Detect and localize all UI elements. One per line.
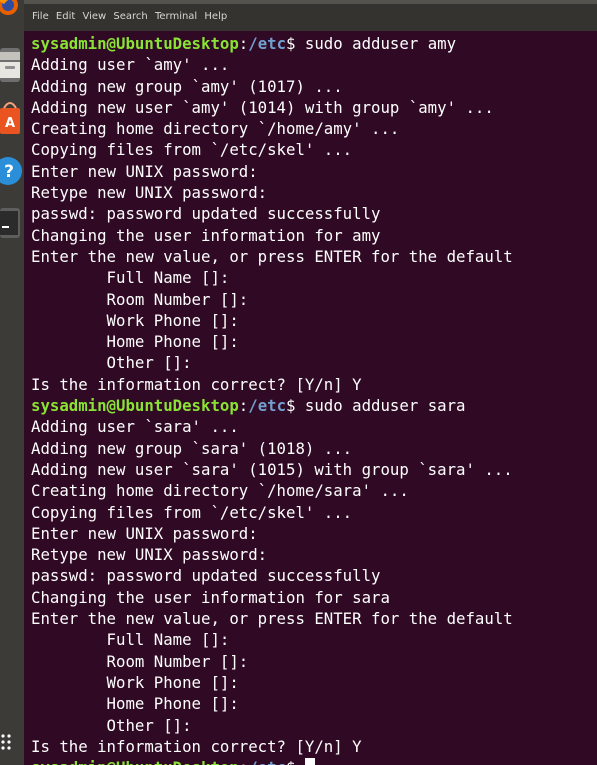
terminal-command-line: sysadmin@UbuntuDesktop:/etc$ (31, 757, 597, 765)
menu-file[interactable]: File (32, 4, 49, 30)
terminal-menubar: File Edit View Search Terminal Help (24, 0, 597, 31)
svg-text:?: ? (4, 162, 14, 182)
terminal-output-line: Adding user `amy' ... (31, 55, 230, 75)
terminal-output-line: Retype new UNIX password: (31, 545, 268, 565)
desktop-screen: A ? File Edit View Search Terminal Help … (0, 0, 597, 765)
terminal-cursor (304, 758, 315, 765)
terminal-output-line: passwd: password updated successfully (31, 566, 381, 586)
terminal-output-line: Full Name []: (31, 268, 230, 288)
terminal-output-line: Work Phone []: (31, 310, 239, 330)
terminal-output-line: Work Phone []: (31, 672, 239, 692)
prompt-path: /etc (248, 34, 287, 53)
software-center-icon[interactable]: A (0, 100, 22, 138)
prompt-user-host: sysadmin@UbuntuDesktop (31, 758, 239, 765)
terminal-command-line: sysadmin@UbuntuDesktop:/etc$ sudo adduse… (31, 395, 597, 416)
prompt-symbol: $ (286, 34, 305, 53)
prompt-path: /etc (248, 758, 286, 765)
menu-search[interactable]: Search (113, 4, 147, 30)
terminal-output-line: Other []: (31, 715, 192, 735)
prompt-colon: : (238, 34, 249, 53)
terminal-output-line: Copying files from `/etc/skel' ... (31, 140, 353, 160)
terminal-output-line: passwd: password updated successfully (31, 204, 381, 224)
prompt-user-host: sysadmin@UbuntuDesktop (31, 396, 239, 416)
terminal-output-line: Enter new UNIX password: (31, 161, 258, 181)
terminal-output-line: Retype new UNIX password: (31, 183, 268, 203)
command-text: sudo adduser sara (304, 396, 466, 416)
prompt-user-host: sysadmin@UbuntuDesktop (31, 34, 239, 53)
terminal-output-line: Enter the new value, or press ENTER for … (31, 609, 513, 629)
terminal-output-line: Is the information correct? [Y/n] Y (31, 374, 362, 394)
prompt-symbol: $ (286, 396, 305, 416)
terminal-command-line: sysadmin@UbuntuDesktop:/etc$ sudo adduse… (31, 33, 597, 54)
terminal-output-line: Enter new UNIX password: (31, 523, 258, 543)
menu-help[interactable]: Help (204, 4, 227, 30)
prompt-path: /etc (248, 396, 287, 416)
files-icon[interactable] (0, 46, 22, 84)
terminal-output-line: Other []: (31, 353, 192, 373)
terminal-output-line: Adding new user `sara' (1015) with group… (31, 459, 513, 479)
terminal-output-line: Home Phone []: (31, 694, 239, 714)
terminal-output-line: Adding new group `sara' (1018) ... (31, 438, 353, 458)
terminal-output-line: Copying files from `/etc/skel' ... (31, 502, 353, 522)
terminal-output-line: Changing the user information for amy (31, 225, 381, 245)
terminal-icon[interactable] (0, 204, 22, 242)
menu-terminal[interactable]: Terminal (155, 4, 197, 30)
terminal-output-line: Room Number []: (31, 651, 249, 671)
terminal-output-line: Room Number []: (31, 289, 249, 309)
terminal-output[interactable]: sysadmin@UbuntuDesktop:/etc$ sudo adduse… (24, 31, 597, 765)
menu-edit[interactable]: Edit (56, 4, 75, 30)
firefox-icon[interactable] (0, 0, 22, 16)
terminal-output-line: Changing the user information for sara (31, 587, 390, 607)
apps-grid-icon[interactable] (0, 728, 22, 762)
prompt-symbol: $ (286, 758, 305, 765)
svg-text:A: A (5, 116, 15, 131)
terminal-output-line: Adding new group `amy' (1017) ... (31, 76, 343, 96)
launcher-sidebar: A ? (0, 0, 24, 765)
terminal-output-line: Is the information correct? [Y/n] Y (31, 736, 362, 756)
help-icon[interactable]: ? (0, 152, 22, 190)
terminal-output-line: Creating home directory `/home/sara' ... (31, 481, 409, 501)
prompt-colon: : (238, 396, 249, 416)
prompt-colon: : (239, 758, 248, 765)
terminal-output-line: Full Name []: (31, 630, 230, 650)
terminal-output-line: Adding user `sara' ... (31, 417, 239, 437)
terminal-output-line: Enter the new value, or press ENTER for … (31, 246, 513, 266)
menu-view[interactable]: View (82, 4, 106, 30)
terminal-output-line: Adding new user `amy' (1014) with group … (31, 97, 494, 117)
terminal-output-line: Home Phone []: (31, 332, 239, 352)
terminal-output-line: Creating home directory `/home/amy' ... (31, 119, 400, 139)
command-text: sudo adduser amy (304, 34, 457, 53)
